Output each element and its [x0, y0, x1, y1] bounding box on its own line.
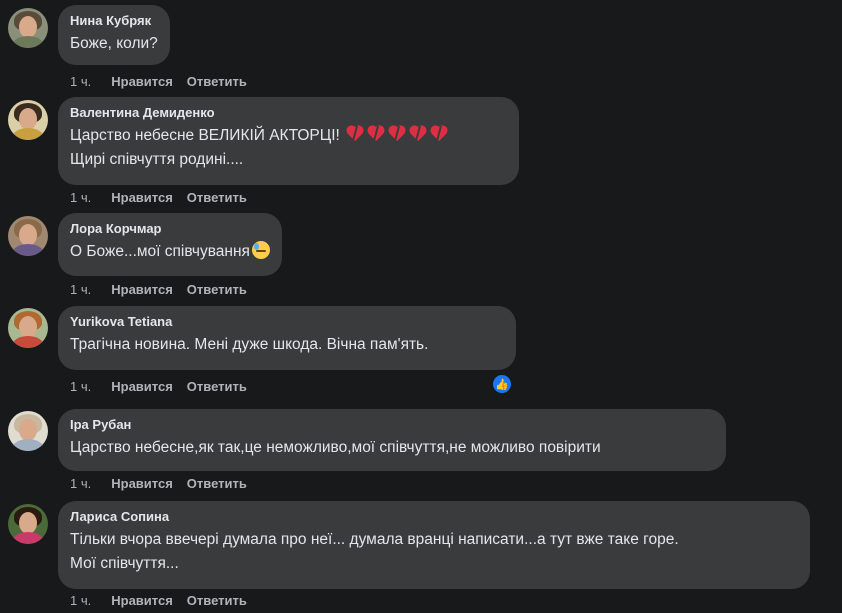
- comment-author[interactable]: Нина Кубряк: [70, 13, 158, 29]
- comment-text: Боже, коли?: [70, 35, 158, 52]
- reply-button[interactable]: Ответить: [187, 476, 247, 491]
- comment-author[interactable]: Yurikova Tetiana: [70, 314, 504, 330]
- downcast-sweat-face-icon: [251, 241, 270, 259]
- broken-heart-icon: [387, 125, 407, 143]
- comment-bubble: Іра Рубан Царство небесне,як так,це немо…: [58, 409, 726, 471]
- like-button[interactable]: Нравится: [111, 74, 173, 89]
- comment-text-line: Царство небесне ВЕЛИКІЙ АКТОРЦІ!: [70, 127, 340, 144]
- avatar[interactable]: [8, 100, 48, 140]
- avatar[interactable]: [8, 216, 48, 256]
- comment-text: О Боже...мої співчування: [70, 240, 270, 264]
- comment-actions: 1 ч. Нравится Ответить: [70, 190, 261, 205]
- comment-actions: 1 ч. Нравится Ответить: [70, 593, 261, 608]
- comment-text: Мої співчуття...: [70, 555, 179, 572]
- comment-bubble: Нина Кубряк Боже, коли?: [58, 5, 170, 65]
- comment-bubble: Лариса Сопина Тільки вчора ввечері думал…: [58, 501, 810, 589]
- avatar[interactable]: [8, 411, 48, 451]
- comment-text: Царство небесне ВЕЛИКІЙ АКТОРЦІ!: [70, 124, 507, 148]
- comment-text: Щирі співчуття родині....: [70, 151, 244, 168]
- comment-author[interactable]: Лариса Сопина: [70, 509, 798, 525]
- broken-heart-icon: [366, 125, 386, 143]
- comment-actions: 1 ч. Нравится Ответить: [70, 74, 261, 89]
- broken-heart-icon: [345, 125, 365, 143]
- like-button[interactable]: Нравится: [111, 379, 173, 394]
- reply-button[interactable]: Ответить: [187, 190, 247, 205]
- reply-button[interactable]: Ответить: [187, 379, 247, 394]
- avatar[interactable]: [8, 504, 48, 544]
- comment-time[interactable]: 1 ч.: [70, 74, 91, 89]
- comment-text: Тільки вчора ввечері думала про неї... д…: [70, 531, 679, 548]
- like-button[interactable]: Нравится: [111, 282, 173, 297]
- comment-text: Царство небесне,як так,це неможливо,мої …: [70, 439, 601, 456]
- comment-time[interactable]: 1 ч.: [70, 379, 91, 394]
- comment-time[interactable]: 1 ч.: [70, 593, 91, 608]
- comment-actions: 1 ч. Нравится Ответить: [70, 476, 261, 491]
- comment-text: Трагічна новина. Мені дуже шкода. Вічна …: [70, 336, 429, 353]
- comment-bubble: Yurikova Tetiana Трагічна новина. Мені д…: [58, 306, 516, 370]
- like-reaction-icon[interactable]: 👍: [491, 373, 513, 395]
- comment-author[interactable]: Валентина Демиденко: [70, 105, 507, 121]
- comment-time[interactable]: 1 ч.: [70, 476, 91, 491]
- reply-button[interactable]: Ответить: [187, 74, 247, 89]
- comment-actions: 1 ч. Нравится Ответить: [70, 379, 261, 394]
- comment-bubble: Валентина Демиденко Царство небесне ВЕЛИ…: [58, 97, 519, 185]
- broken-heart-icon: [408, 125, 428, 143]
- like-button[interactable]: Нравится: [111, 593, 173, 608]
- avatar[interactable]: [8, 8, 48, 48]
- reply-button[interactable]: Ответить: [187, 593, 247, 608]
- comment-author[interactable]: Лора Корчмар: [70, 221, 270, 237]
- broken-heart-icon: [429, 125, 449, 143]
- avatar[interactable]: [8, 308, 48, 348]
- like-button[interactable]: Нравится: [111, 190, 173, 205]
- comment-bubble: Лора Корчмар О Боже...мої співчування: [58, 213, 282, 276]
- comment-author[interactable]: Іра Рубан: [70, 417, 714, 433]
- comment-actions: 1 ч. Нравится Ответить: [70, 282, 261, 297]
- comment-time[interactable]: 1 ч.: [70, 282, 91, 297]
- comment-time[interactable]: 1 ч.: [70, 190, 91, 205]
- like-button[interactable]: Нравится: [111, 476, 173, 491]
- comment-text-line: О Боже...мої співчування: [70, 243, 250, 260]
- reply-button[interactable]: Ответить: [187, 282, 247, 297]
